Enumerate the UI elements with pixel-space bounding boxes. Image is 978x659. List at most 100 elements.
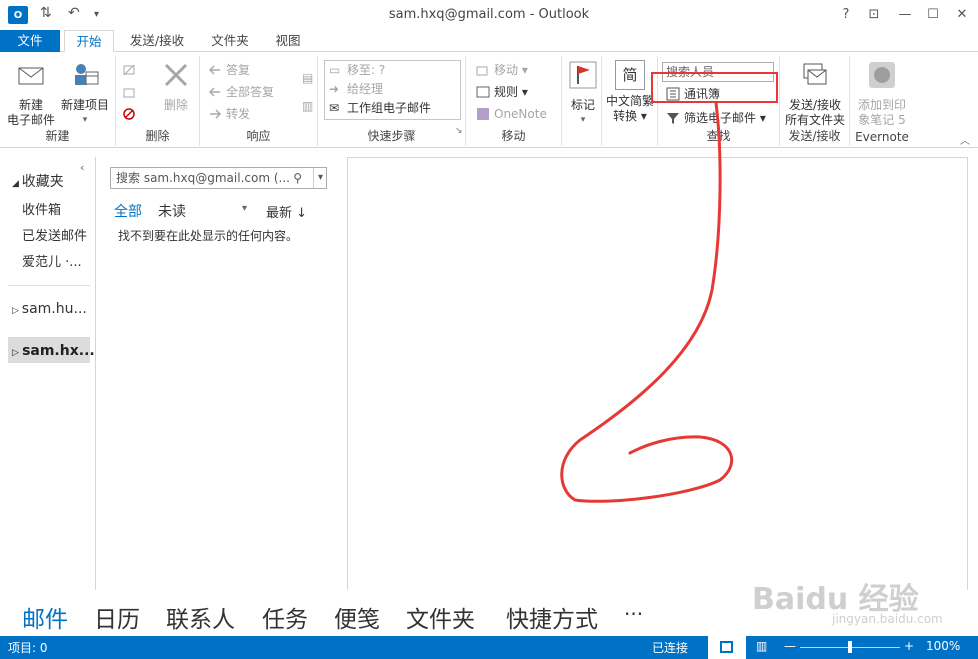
annotation-highlight-box: [651, 72, 778, 103]
meeting-icon[interactable]: ▤: [282, 68, 313, 88]
search-icon[interactable]: ⚲: [293, 168, 302, 188]
account-sam-hu[interactable]: ▷ sam.hu...: [12, 301, 87, 317]
move-icon: [476, 66, 488, 76]
ignore-button[interactable]: [120, 60, 140, 80]
ribbon-display-button[interactable]: ⊡: [862, 4, 886, 26]
delete-button[interactable]: 删除: [156, 60, 196, 113]
group-move-label: 移动: [501, 129, 526, 143]
group-quick-steps: ▭ 移至: ? ➜ 给经理 ✉ 工作组电子邮件 ↘ 快速步骤: [318, 56, 466, 146]
group-evernote-label: Evernote: [855, 130, 909, 144]
favorites-header[interactable]: ◢ 收藏夹: [12, 171, 64, 191]
onenote-icon: [477, 108, 489, 120]
flag-dropdown-icon: ▾: [580, 115, 586, 125]
more-respond-icon[interactable]: ▥: [282, 96, 313, 116]
group-quick-steps-label: 快速步骤: [367, 129, 416, 143]
nav-item-ifanr[interactable]: 爱范儿 ·...: [22, 251, 82, 270]
tab-folder[interactable]: 文件夹: [202, 30, 258, 52]
minimize-button[interactable]: —: [893, 4, 917, 26]
send-receive-all-icon: [803, 63, 827, 85]
zoom-in-icon[interactable]: +: [904, 639, 914, 653]
quick-step-team-email[interactable]: ✉ 工作组电子邮件: [325, 99, 460, 118]
zoom-slider-thumb[interactable]: [848, 641, 852, 653]
ribbon: 新建 电子邮件 新建项目 ▾ 新建 删除 删除 答复 全部答复 转发 ▤ ▥ 响…: [0, 52, 978, 148]
nav-calendar[interactable]: 日历: [94, 600, 140, 634]
quick-step-move-to[interactable]: ▭ 移至: ?: [325, 61, 460, 80]
group-find-label: 查找: [706, 129, 731, 143]
send-receive-all-button[interactable]: 发送/接收 所有文件夹: [782, 60, 848, 128]
group-respond: 答复 全部答复 转发 ▤ ▥ 响应: [200, 56, 318, 146]
forward-manager-icon: ➜: [329, 82, 340, 96]
forward-icon: [210, 109, 222, 119]
new-items-dropdown-icon: ▾: [82, 115, 88, 125]
evernote-elephant-icon: [869, 62, 895, 88]
junk-button[interactable]: [120, 104, 140, 124]
move-button[interactable]: 移动 ▾: [474, 60, 528, 80]
nav-tasks[interactable]: 任务: [262, 600, 308, 634]
group-respond-label: 响应: [246, 129, 271, 143]
filter-all[interactable]: 全部: [114, 201, 142, 221]
message-list-pane: 搜索 sam.hxq@gmail.com (... ⚲ ▾ 全部 未读 ▾ 最新…: [96, 157, 348, 590]
baidu-watermark-url: jingyan.baidu.com: [832, 612, 943, 626]
nav-folders[interactable]: 文件夹: [406, 600, 475, 634]
mailbox-search-input[interactable]: 搜索 sam.hxq@gmail.com (... ⚲ ▾: [110, 167, 327, 189]
nav-mail[interactable]: 邮件: [22, 600, 68, 634]
junk-icon: [123, 108, 135, 120]
nav-item-sent[interactable]: 已发送邮件: [22, 225, 87, 244]
nav-divider: [8, 285, 90, 286]
reading-view-icon[interactable]: ▥: [756, 639, 767, 653]
nav-item-inbox[interactable]: 收件箱: [22, 199, 61, 218]
quick-step-manager[interactable]: ➜ 给经理: [325, 80, 460, 99]
tab-home[interactable]: 开始: [64, 30, 114, 52]
quick-steps-gallery: ▭ 移至: ? ➜ 给经理 ✉ 工作组电子邮件: [324, 60, 461, 120]
tab-send-receive[interactable]: 发送/接收: [120, 30, 194, 52]
reply-all-button[interactable]: 全部答复: [206, 82, 274, 102]
filter-funnel-icon: [667, 113, 679, 124]
nav-contacts[interactable]: 联系人: [166, 600, 235, 634]
chinese-convert-button[interactable]: 简 中文简繁 转换 ▾: [604, 60, 656, 124]
expand-account-icon: ▷: [12, 306, 22, 316]
tab-view[interactable]: 视图: [266, 30, 310, 52]
onenote-button[interactable]: OneNote: [474, 104, 547, 124]
filter-dropdown-icon[interactable]: ▾: [242, 203, 247, 214]
close-button[interactable]: ✕: [950, 4, 974, 26]
maximize-button[interactable]: ☐: [921, 4, 945, 26]
collapse-ribbon-icon[interactable]: ︿: [960, 132, 970, 147]
delete-x-icon: [164, 63, 188, 87]
cleanup-icon: [123, 88, 135, 98]
filter-email-button[interactable]: 筛选电子邮件 ▾: [664, 108, 766, 128]
chinese-convert-icon: 简: [615, 60, 645, 90]
group-send-receive: 发送/接收 所有文件夹 发送/接收: [780, 56, 850, 146]
new-items-icon: [75, 64, 99, 85]
status-bar: 项目: 0 已连接 ▥ — + 100%: [0, 636, 978, 659]
sort-newest[interactable]: 最新 ↓: [266, 202, 307, 221]
group-delete: 删除 删除: [116, 56, 200, 146]
group-evernote: 添加到印 象笔记 5 Evernote: [850, 56, 914, 146]
add-to-evernote-button[interactable]: 添加到印 象笔记 5: [852, 60, 912, 128]
help-button[interactable]: ?: [834, 4, 858, 26]
nav-more-icon[interactable]: ···: [624, 602, 643, 626]
item-count: 项目: 0: [8, 641, 48, 655]
nav-notes[interactable]: 便笺: [334, 600, 380, 634]
group-tags: 标记 ▾: [562, 56, 602, 146]
new-items-button[interactable]: 新建项目 ▾: [58, 60, 112, 128]
nav-shortcuts[interactable]: 快捷方式: [506, 600, 598, 634]
ribbon-tabs: 文件 开始 发送/接收 文件夹 视图: [0, 30, 978, 52]
empty-list-message: 找不到要在此处显示的任何内容。: [118, 229, 299, 243]
reply-button[interactable]: 答复: [206, 60, 250, 80]
cleanup-button[interactable]: [120, 82, 140, 102]
zoom-level[interactable]: 100%: [926, 639, 960, 653]
zoom-out-icon[interactable]: —: [784, 639, 796, 653]
group-chinese-convert: 简 中文简繁 转换 ▾: [602, 56, 658, 146]
flag-icon: [569, 61, 597, 89]
collapse-pane-icon[interactable]: ‹: [80, 161, 84, 174]
filter-unread[interactable]: 未读: [158, 201, 186, 221]
new-email-icon: [18, 67, 44, 85]
rules-button[interactable]: 规则 ▾: [474, 82, 528, 102]
tab-file[interactable]: 文件: [0, 30, 60, 52]
flag-button[interactable]: 标记 ▾: [566, 60, 600, 128]
forward-button[interactable]: 转发: [206, 104, 250, 124]
rules-icon: [476, 86, 490, 98]
search-scope-dropdown-icon[interactable]: ▾: [312, 168, 323, 188]
account-sam-hx[interactable]: ▷ sam.hx...: [12, 343, 95, 359]
new-email-button[interactable]: 新建 电子邮件: [4, 60, 58, 128]
